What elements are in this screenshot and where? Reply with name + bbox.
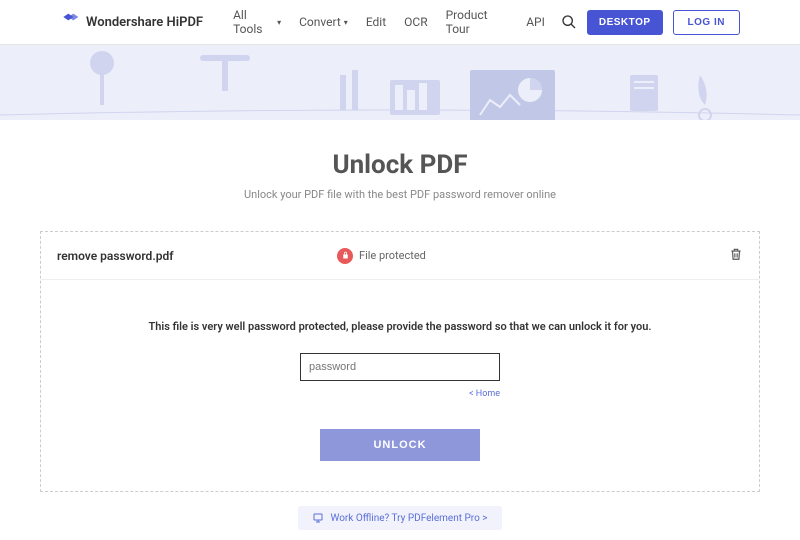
download-icon [312,512,324,524]
page-subtitle: Unlock your PDF file with the best PDF p… [40,188,760,201]
footer-cta: Work Offline? Try PDFelement Pro > [40,506,760,530]
card-body: This file is very well password protecte… [41,280,759,491]
instruction-text: This file is very well password protecte… [61,320,739,333]
desktop-button[interactable]: DESKTOP [587,10,663,35]
password-input[interactable] [300,353,500,381]
offline-cta-link[interactable]: Work Offline? Try PDFelement Pro > [298,506,501,530]
trash-icon [729,247,743,261]
nav-product-tour[interactable]: Product Tour [446,8,509,36]
nav-edit[interactable]: Edit [366,15,386,29]
chevron-down-icon: ▾ [277,18,281,27]
lock-icon [337,248,353,264]
status-label: File protected [359,249,426,262]
file-info-row: remove password.pdf File protected [41,232,759,280]
nav-ocr[interactable]: OCR [404,15,427,29]
file-name: remove password.pdf [57,249,337,263]
chevron-down-icon: ▾ [344,18,348,27]
main-content: Unlock PDF Unlock your PDF file with the… [0,120,800,530]
delete-file-button[interactable] [729,246,743,265]
unlock-button[interactable]: UNLOCK [320,429,480,461]
nav-all-tools[interactable]: All Tools▾ [233,8,281,36]
unlock-card: remove password.pdf File protected This … [40,231,760,492]
nav-api[interactable]: API [526,15,545,29]
banner-illustration [0,45,800,120]
page-title: Unlock PDF [40,150,760,180]
logo[interactable]: Wondershare HiPDF [60,12,203,32]
brand-logo-icon [60,12,80,32]
login-button[interactable]: LOG IN [673,10,740,35]
file-status: File protected [337,248,729,264]
header-actions: DESKTOP LOG IN [561,10,740,35]
offline-cta-label: Work Offline? Try PDFelement Pro > [330,513,487,524]
top-nav: Wondershare HiPDF All Tools▾ Convert▾ Ed… [0,0,800,45]
home-link[interactable]: < Home [300,389,500,399]
hero-banner [0,45,800,120]
main-nav: All Tools▾ Convert▾ Edit OCR Product Tou… [233,8,545,36]
search-icon[interactable] [561,14,577,30]
nav-convert[interactable]: Convert▾ [299,15,348,29]
brand-name: Wondershare HiPDF [86,15,203,30]
